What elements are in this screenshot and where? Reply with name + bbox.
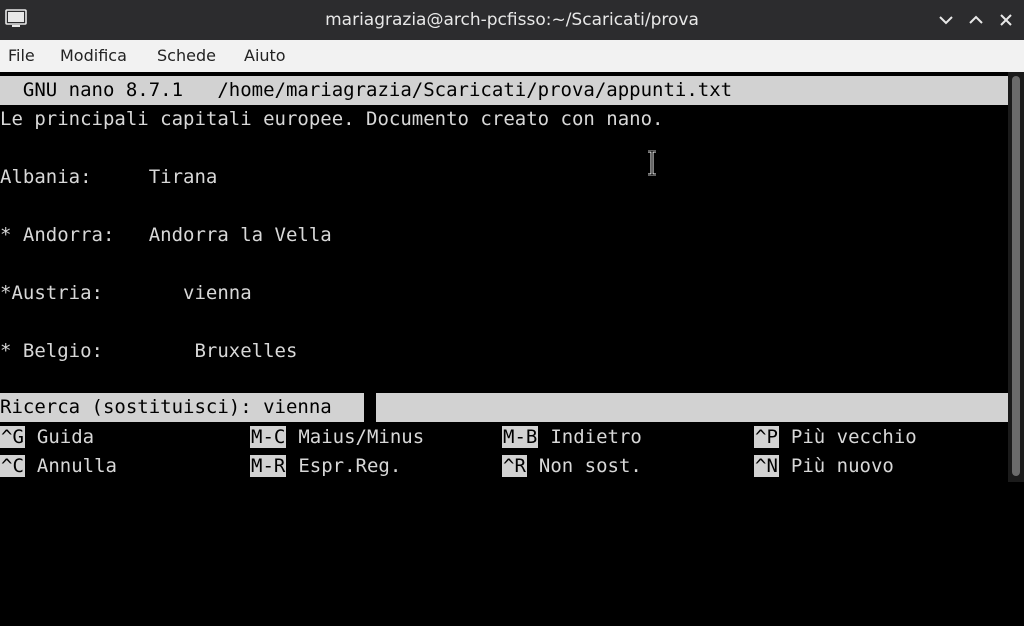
editor-line[interactable]: Le principali capitali europee. Document…	[0, 105, 1008, 134]
window-titlebar[interactable]: mariagrazia@arch-pcfisso:~/Scaricati/pro…	[0, 0, 1024, 40]
shortcut-key: ^P	[754, 426, 779, 448]
menu-modifica[interactable]: Modifica	[60, 40, 127, 72]
shortcut-piu-nuovo[interactable]: ^N Più nuovo	[754, 452, 894, 481]
shortcut-label: Espr.Reg.	[298, 455, 402, 477]
shortcut-key: M-B	[502, 426, 539, 448]
editor-line[interactable]	[0, 250, 1008, 279]
shortcut-indietro[interactable]: M-B Indietro	[502, 423, 642, 452]
editor-line[interactable]: Albania: Tirana	[0, 163, 1008, 192]
shortcut-maius-minus[interactable]: M-C Maius/Minus	[250, 423, 424, 452]
shortcut-label: Indietro	[550, 426, 642, 448]
search-input[interactable]	[0, 393, 1012, 424]
terminal-scrollbar[interactable]	[1008, 72, 1024, 482]
shortcut-annulla[interactable]: ^C Annulla	[0, 452, 117, 481]
shortcut-key: ^N	[754, 455, 779, 477]
shortcut-label: Guida	[36, 426, 95, 448]
shortcut-label: Maius/Minus	[298, 426, 425, 448]
shortcut-label: Annulla	[36, 455, 117, 477]
editor-line[interactable]	[0, 308, 1008, 337]
close-icon[interactable]	[994, 8, 1018, 32]
shortcut-key: ^G	[0, 426, 25, 448]
shortcut-key: ^R	[502, 455, 527, 477]
shortcut-label: Più vecchio	[790, 426, 917, 448]
ibeam-cursor-icon	[646, 149, 658, 177]
scrollbar-thumb[interactable]	[1012, 76, 1020, 476]
editor-line[interactable]: *Austria: vienna	[0, 279, 1008, 308]
shortcut-piu-vecchio[interactable]: ^P Più vecchio	[754, 423, 917, 452]
shortcut-non-sost[interactable]: ^R Non sost.	[502, 452, 642, 481]
shortcut-key: M-C	[250, 426, 287, 448]
menu-file[interactable]: File	[8, 40, 35, 72]
menu-aiuto[interactable]: Aiuto	[244, 40, 286, 72]
terminal-area[interactable]: GNU nano 8.7.1 /home/mariagrazia/Scarica…	[0, 72, 1012, 482]
editor-line[interactable]: * Andorra: Andorra la Vella	[0, 221, 1008, 250]
window-title: mariagrazia@arch-pcfisso:~/Scaricati/pro…	[325, 10, 699, 30]
menu-schede[interactable]: Schede	[157, 40, 216, 72]
minimize-icon[interactable]	[934, 8, 958, 32]
search-prompt-bar: Ricerca (sostituisci): vienna	[0, 393, 1012, 424]
shortcut-key: ^C	[0, 455, 25, 477]
editor-line[interactable]	[0, 366, 1008, 395]
shortcut-row: ^G Guida M-C Maius/Minus M-B Indietro ^P Più…	[0, 423, 1008, 452]
editor-line[interactable]: * Belgio: Bruxelles	[0, 337, 1008, 366]
editor-line[interactable]	[0, 134, 1008, 163]
shortcut-guida[interactable]: ^G Guida	[0, 423, 94, 452]
shortcut-espr-reg[interactable]: M-R Espr.Reg.	[250, 452, 401, 481]
nano-header: GNU nano 8.7.1 /home/mariagrazia/Scarica…	[0, 76, 1008, 105]
shortcut-row: ^C Annulla M-R Espr.Reg. ^R Non sost. ^N Più…	[0, 452, 1008, 481]
shortcut-key: M-R	[250, 455, 287, 477]
maximize-icon[interactable]	[964, 8, 988, 32]
shortcut-label: Non sost.	[538, 455, 642, 477]
editor-line[interactable]	[0, 192, 1008, 221]
menu-bar: File Modifica Schede Aiuto	[0, 40, 1024, 72]
shortcut-label: Più nuovo	[790, 455, 894, 477]
